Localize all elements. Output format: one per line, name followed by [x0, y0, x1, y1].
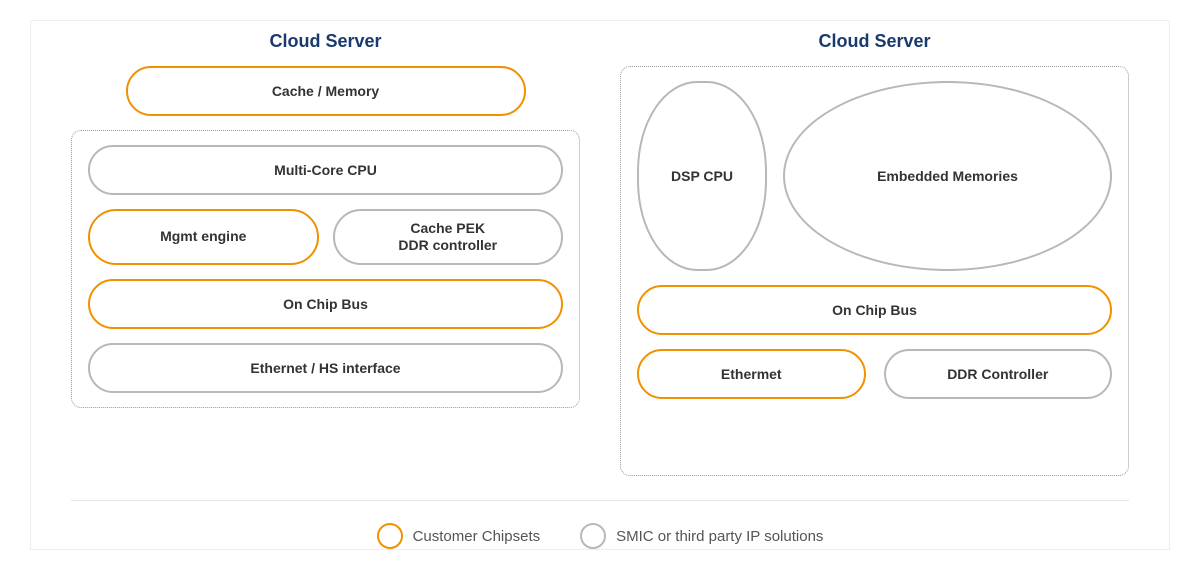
- right-dashed-container: DSP CPU Embedded Memories On Chip Bus Et…: [620, 66, 1129, 476]
- right-column: Cloud Server DSP CPU Embedded Memories O…: [620, 31, 1129, 476]
- block-on-chip-bus-left: On Chip Bus: [88, 279, 563, 329]
- right-top-row: DSP CPU Embedded Memories: [637, 81, 1112, 271]
- block-multi-core-cpu: Multi-Core CPU: [88, 145, 563, 195]
- block-label: Ethernet / HS interface: [250, 360, 400, 376]
- legend-item-customer: Customer Chipsets: [377, 523, 541, 549]
- diagram-canvas: Cloud Server Cache / Memory Multi-Core C…: [30, 20, 1170, 550]
- block-ethernet-hs: Ethernet / HS interface: [88, 343, 563, 393]
- legend: Customer Chipsets SMIC or third party IP…: [71, 500, 1129, 549]
- legend-label: Customer Chipsets: [413, 528, 541, 545]
- legend-swatch-gray: [580, 523, 606, 549]
- block-label: Mgmt engine: [160, 228, 246, 246]
- block-label: Multi-Core CPU: [274, 162, 377, 178]
- block-label: Ethermet: [721, 366, 782, 382]
- columns: Cloud Server Cache / Memory Multi-Core C…: [71, 31, 1129, 476]
- block-dsp-cpu: DSP CPU: [637, 81, 767, 271]
- block-label: On Chip Bus: [832, 302, 917, 318]
- block-cache-pek-ddr: Cache PEK DDR controller: [333, 209, 564, 265]
- block-label: DSP CPU: [671, 168, 733, 184]
- left-column: Cloud Server Cache / Memory Multi-Core C…: [71, 31, 580, 476]
- block-mgmt-engine: Mgmt engine: [88, 209, 319, 265]
- block-on-chip-bus-right: On Chip Bus: [637, 285, 1112, 335]
- block-cache-memory: Cache / Memory: [126, 66, 526, 116]
- right-bottom-row: Ethermet DDR Controller: [637, 349, 1112, 399]
- block-label: Cache PEK DDR controller: [398, 220, 497, 255]
- block-embedded-memories: Embedded Memories: [783, 81, 1112, 271]
- left-dashed-container: Multi-Core CPU Mgmt engine Cache PEK DDR…: [71, 130, 580, 408]
- legend-swatch-orange: [377, 523, 403, 549]
- legend-label: SMIC or third party IP solutions: [616, 528, 823, 545]
- block-label: DDR Controller: [947, 366, 1048, 382]
- block-ethermet: Ethermet: [637, 349, 866, 399]
- left-row-mgmt-cache: Mgmt engine Cache PEK DDR controller: [88, 209, 563, 265]
- block-ddr-controller: DDR Controller: [884, 349, 1113, 399]
- block-label: Cache / Memory: [272, 83, 379, 99]
- block-label: Embedded Memories: [877, 168, 1018, 184]
- legend-item-smic: SMIC or third party IP solutions: [580, 523, 823, 549]
- block-label: On Chip Bus: [283, 296, 368, 312]
- right-title: Cloud Server: [818, 31, 930, 52]
- left-title: Cloud Server: [269, 31, 381, 52]
